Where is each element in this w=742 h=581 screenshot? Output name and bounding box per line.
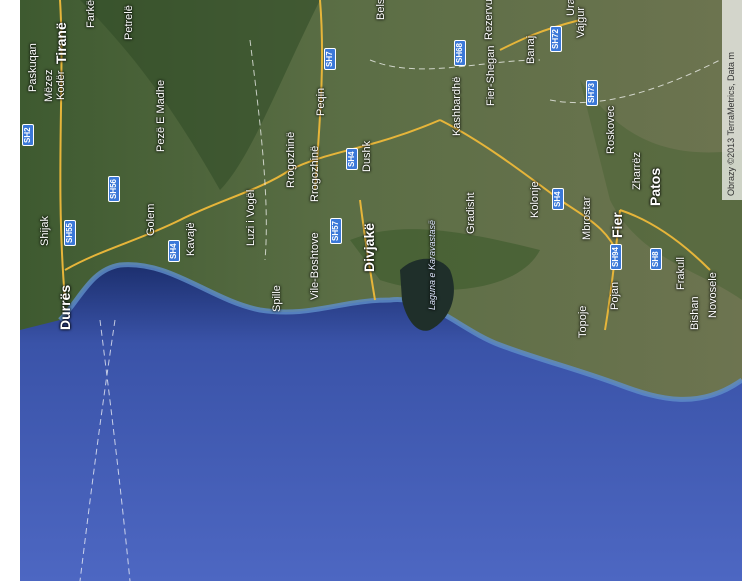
place-kolonje: Kolonje — [529, 181, 541, 218]
road-shield: SH55 — [64, 219, 76, 246]
place-golem: Golem — [145, 203, 157, 236]
place-tirane: Tiranë — [53, 22, 69, 64]
place-kashbardhe: Kashbardhë — [451, 76, 463, 136]
road-shield: SH56 — [108, 175, 120, 202]
road-shield: SH8 — [650, 248, 662, 270]
place-banaj: Banaj — [525, 35, 537, 64]
place-spille: Spille — [271, 285, 283, 312]
place-novosele: Novosele — [707, 272, 719, 318]
place-peqin: Peqin — [315, 87, 327, 116]
place-roskovec: Roskovec — [605, 105, 617, 154]
place-vile-boshtove: Vile-Boshtove — [309, 232, 321, 300]
map-attribution: Obrazy ©2013 TerraMetrics, Data m — [722, 0, 742, 200]
road-shield: SH94 — [610, 243, 622, 270]
place-vajgure: Vajgur — [575, 7, 587, 38]
place-koder: Kodër — [55, 70, 67, 100]
road-shield: SH4 — [168, 240, 180, 262]
place-luzi: Luzi i Vogël — [245, 189, 257, 246]
satellite-map[interactable]: Paskuqan Mëzez Kodër Tiranë Farkë Petrel… — [20, 0, 742, 581]
road-shield: SH2 — [22, 124, 34, 146]
place-paskuqan: Paskuqan — [27, 43, 39, 92]
road-shield: SH73 — [586, 79, 598, 106]
place-mezez: Mëzez — [43, 69, 55, 102]
place-peze: Pezë E Madhe — [155, 79, 167, 152]
place-pojan: Pojan — [609, 281, 621, 310]
road-shield: SH68 — [454, 39, 466, 66]
place-fier: Fier — [609, 212, 625, 238]
place-topoje: Topoje — [577, 305, 589, 338]
place-gradisht: Gradisht — [465, 192, 477, 234]
place-divjake: Divjakë — [361, 222, 377, 272]
place-mbrostar: Mbrostar — [581, 196, 593, 240]
place-belsh: Belsh — [375, 0, 387, 20]
place-shijak: Shijak — [39, 216, 51, 246]
road-shield: SH7 — [324, 48, 336, 70]
place-fier-shegan: Fier-Shegan — [485, 45, 497, 106]
place-rezervuar: Rezervuar Murriz — [483, 0, 495, 40]
place-rrogozhine-1: Rrogozhinë — [285, 131, 297, 188]
place-frakull: Frakull — [675, 256, 687, 290]
place-farke: Farkë — [85, 0, 97, 28]
map-terrain — [20, 0, 742, 581]
place-laguna-karavastase: Laguna e Karavastasë — [427, 219, 437, 310]
place-kavaje: Kavajë — [185, 222, 197, 256]
road-shield: SH4 — [552, 188, 564, 210]
place-rrogozhine-2: Rrogozhinë — [309, 145, 321, 202]
map-frame: Paskuqan Mëzez Kodër Tiranë Farkë Petrel… — [0, 0, 742, 581]
place-zharrez: Zharrëz — [631, 152, 643, 190]
road-shield: SH4 — [346, 148, 358, 170]
place-dushk: Dushk — [361, 140, 373, 172]
attribution-text: Obrazy ©2013 TerraMetrics, Data m — [726, 51, 736, 196]
road-shield: SH72 — [550, 25, 562, 52]
road-shield: SH57 — [330, 217, 342, 244]
place-bishan: Bishan — [689, 296, 701, 330]
place-durres: Durrës — [57, 284, 73, 330]
place-patos: Patos — [647, 167, 663, 206]
place-petrele: Petrelë — [123, 5, 135, 40]
